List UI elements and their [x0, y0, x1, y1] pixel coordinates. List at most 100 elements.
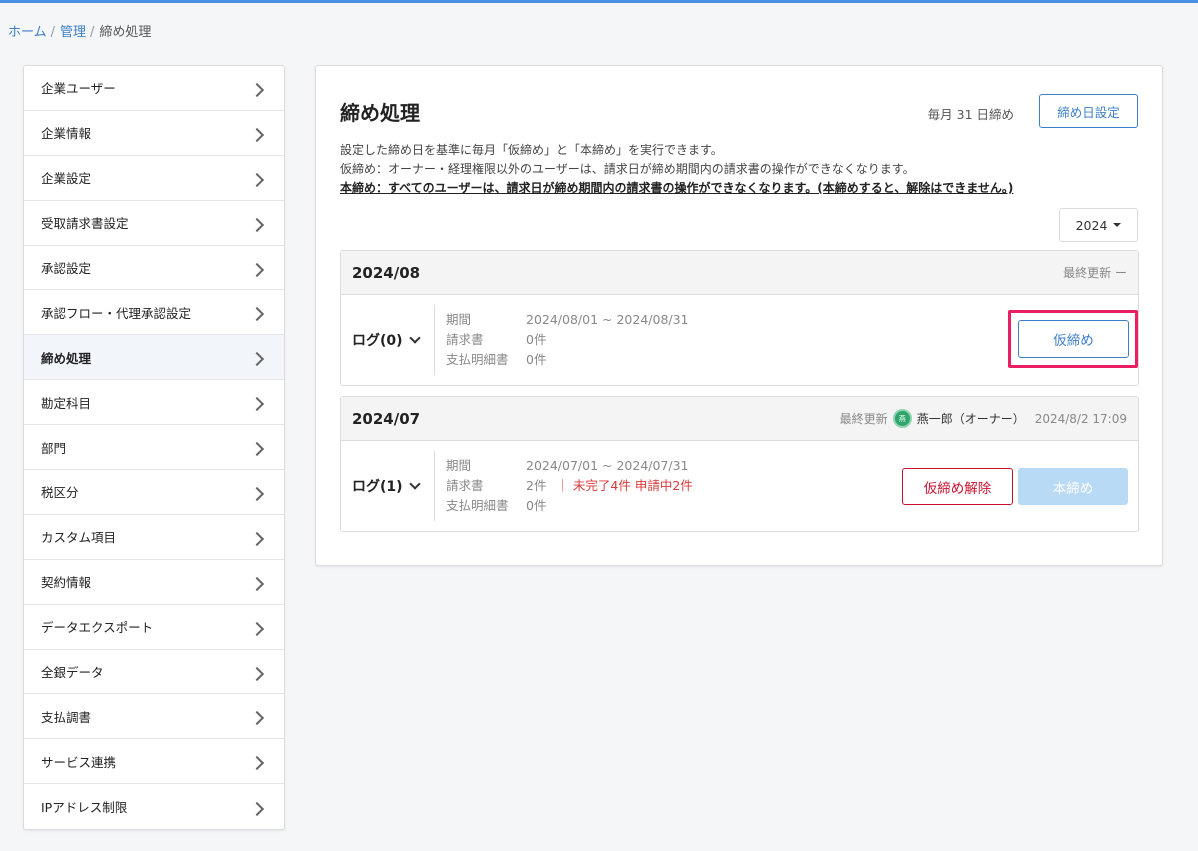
sidebar-item-approval-settings[interactable]: 承認設定	[24, 246, 284, 291]
updated-user: 燕一郎（オーナー）	[916, 412, 1025, 426]
sidebar-item-integrations[interactable]: サービス連携	[24, 739, 284, 785]
avatar: 燕	[892, 409, 912, 428]
breadcrumb-separator: /	[90, 25, 95, 40]
sidebar-item-label: 締め処理	[41, 350, 92, 366]
sidebar-item-label: 全銀データ	[41, 665, 104, 681]
breadcrumb-separator: /	[50, 25, 56, 40]
description-line-3: 本締め：すべてのユーザーは、請求日が締め期間内の請求書の操作ができなくなります。…	[340, 181, 1014, 195]
log-toggle[interactable]: ログ(0)	[352, 295, 421, 385]
sidebar-item-label: 承認設定	[41, 261, 92, 276]
caret-down-icon	[1113, 223, 1122, 227]
chevron-right-icon	[249, 172, 265, 187]
sidebar-item-tax[interactable]: 税区分	[24, 470, 284, 515]
chevron-right-icon	[249, 486, 265, 502]
final-close-button[interactable]: 本締め	[1018, 468, 1128, 505]
sidebar-item-label: カスタム項目	[41, 530, 117, 546]
chevron-right-icon	[249, 576, 265, 591]
chevron-right-icon	[249, 756, 265, 771]
log-label: ログ(0)	[352, 333, 403, 349]
sidebar: 企業ユーザー 企業情報 企業設定 受取請求書設定 承認設定 承認フロー・代理承認…	[23, 65, 285, 831]
sidebar-item-company-info[interactable]: 企業情報	[24, 111, 284, 156]
top-accent-line	[0, 0, 1198, 3]
sidebar-item-data-export[interactable]: データエクスポート	[24, 605, 284, 650]
sidebar-item-departments[interactable]: 部門	[24, 425, 284, 471]
sidebar-item-custom-fields[interactable]: カスタム項目	[24, 515, 284, 560]
period-body: ログ(1) 期間 2024/07/01 ~ 2024/07/31 請求書 2件 ｜ 未…	[341, 441, 1138, 531]
invoice-label: 請求書	[446, 478, 484, 493]
breadcrumb-admin[interactable]: 管理	[60, 25, 86, 40]
statement-count: 0件	[526, 498, 547, 513]
period-info: 期間 2024/08/01 ~ 2024/08/31 請求書 0件 支払明細書 0件	[446, 310, 689, 370]
closing-panel: 締め処理 毎月 31 日締め 締め日設定 設定した締め日を基準に毎月「仮締め」と…	[315, 65, 1163, 566]
sidebar-item-label: 部門	[41, 440, 67, 456]
chevron-right-icon	[249, 127, 265, 142]
provisional-close-button[interactable]: 仮締め	[1018, 320, 1129, 358]
period-card-2024-07: 2024/07 最終更新 燕 燕一郎（オーナー） 2024/8/2 17:09 …	[340, 396, 1139, 532]
closing-day-settings-button[interactable]: 締め日設定	[1039, 94, 1138, 128]
divider	[434, 451, 435, 521]
year-dropdown[interactable]: 2024	[1059, 208, 1138, 242]
updated-time: 2024/8/2 17:09	[1034, 411, 1127, 426]
year-value: 2024	[1075, 217, 1108, 233]
sidebar-item-label: 支払調書	[41, 709, 92, 725]
last-updated-label: 最終更新	[839, 412, 888, 426]
chevron-right-icon	[249, 621, 265, 636]
sidebar-item-closing[interactable]: 締め処理	[24, 335, 284, 381]
period-label: 期間	[446, 458, 472, 473]
chevron-right-icon	[249, 441, 265, 457]
period-label: 期間	[446, 312, 472, 327]
chevron-right-icon	[249, 531, 265, 546]
sidebar-item-company-settings[interactable]: 企業設定	[24, 156, 284, 201]
statement-count: 0件	[526, 352, 547, 367]
sidebar-item-label: 企業設定	[41, 171, 92, 187]
sidebar-item-ip-restriction[interactable]: IPアドレス制限	[24, 784, 284, 829]
period-header: 2024/07 最終更新 燕 燕一郎（オーナー） 2024/8/2 17:09	[341, 397, 1138, 441]
period-value: 2024/07/01 ~ 2024/07/31	[526, 458, 689, 473]
breadcrumb: ホーム / 管理 / 締め処理	[8, 21, 151, 40]
chevron-right-icon	[249, 352, 265, 367]
chevron-down-icon	[408, 478, 421, 490]
breadcrumb-current: 締め処理	[99, 25, 152, 40]
description: 設定した締め日を基準に毎月「仮締め」と「本締め」を実行できます。 仮締め：オーナ…	[340, 141, 1013, 198]
statement-label: 支払明細書	[446, 498, 509, 513]
invoice-count: 2件	[526, 478, 547, 493]
breadcrumb-home[interactable]: ホーム	[8, 25, 47, 40]
sidebar-item-zengin[interactable]: 全銀データ	[24, 650, 284, 695]
chevron-right-icon	[249, 217, 265, 232]
last-updated: 最終更新 燕 燕一郎（オーナー） 2024/8/2 17:09	[840, 409, 1127, 428]
sidebar-item-accounts[interactable]: 勘定科目	[24, 380, 284, 426]
period-month: 2024/08	[352, 263, 421, 282]
closing-day-text: 毎月 31 日締め	[927, 107, 1014, 122]
period-card-2024-08: 2024/08 最終更新 ー ログ(0) 期間 2024/08/01 ~ 2024…	[340, 250, 1139, 386]
chevron-right-icon	[249, 262, 265, 277]
period-info: 期間 2024/07/01 ~ 2024/07/31 請求書 2件 ｜ 未完了4件 申…	[446, 456, 693, 516]
sidebar-item-label: 契約情報	[41, 575, 92, 591]
divider	[434, 305, 435, 375]
chevron-right-icon	[249, 711, 265, 726]
description-line-1: 設定した締め日を基準に毎月「仮締め」と「本締め」を実行できます。	[340, 143, 723, 157]
sidebar-item-label: IPアドレス制限	[41, 800, 128, 816]
sidebar-item-label: 企業ユーザー	[41, 81, 116, 97]
statement-label: 支払明細書	[446, 352, 509, 367]
period-month: 2024/07	[352, 409, 421, 428]
sidebar-item-payment-report[interactable]: 支払調書	[24, 694, 284, 740]
chevron-right-icon	[249, 801, 265, 816]
sidebar-item-contract[interactable]: 契約情報	[24, 560, 284, 605]
sidebar-item-label: サービス連携	[41, 754, 117, 770]
sidebar-item-label: 勘定科目	[41, 395, 92, 411]
period-body: ログ(0) 期間 2024/08/01 ~ 2024/08/31 請求書 0件 支払…	[341, 295, 1138, 385]
cancel-provisional-close-button[interactable]: 仮締め解除	[902, 468, 1013, 505]
sidebar-item-approval-flow[interactable]: 承認フロー・代理承認設定	[24, 290, 284, 336]
chevron-down-icon	[408, 332, 421, 344]
sidebar-item-label: 受取請求書設定	[41, 216, 129, 232]
page-title: 締め処理	[340, 101, 420, 125]
log-toggle[interactable]: ログ(1)	[352, 441, 421, 531]
invoice-count: 0件	[526, 332, 547, 347]
chevron-right-icon	[249, 307, 265, 322]
description-line-2: 仮締め：オーナー・経理権限以外のユーザーは、請求日が締め期間内の請求書の操作がで…	[340, 162, 915, 176]
sidebar-item-received-invoice-settings[interactable]: 受取請求書設定	[24, 201, 284, 246]
last-updated: 最終更新 ー	[1063, 266, 1127, 280]
invoice-label: 請求書	[446, 332, 484, 347]
sidebar-item-company-users[interactable]: 企業ユーザー	[24, 66, 284, 111]
chevron-right-icon	[249, 397, 265, 412]
